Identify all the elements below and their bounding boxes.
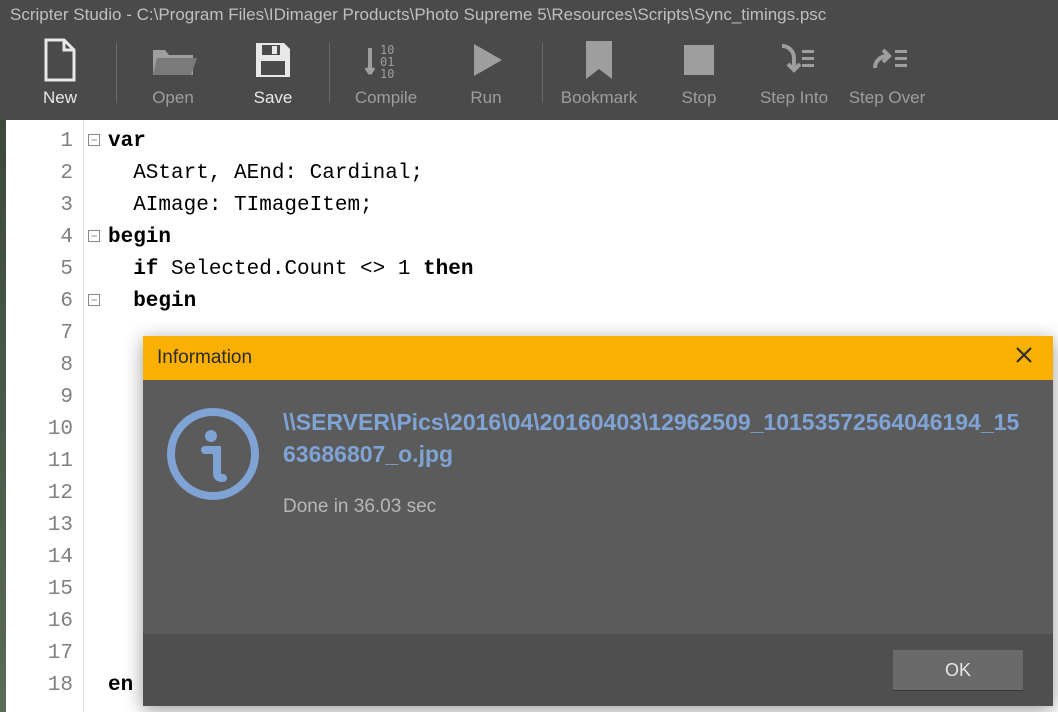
line-number: 13	[6, 510, 73, 542]
line-number: 7	[6, 318, 73, 350]
code-line: AStart, AEnd: Cardinal;	[108, 162, 423, 185]
bookmark-icon	[582, 38, 616, 82]
svg-text:10: 10	[380, 67, 394, 81]
bookmark-button[interactable]: Bookmark	[549, 38, 649, 108]
dialog-path: \\SERVER\Pics\2016\04\20160403\12962509_…	[283, 406, 1025, 470]
code-kw: begin	[108, 226, 171, 249]
divider	[542, 43, 543, 103]
step-over-icon	[865, 38, 909, 82]
line-number: 6	[6, 286, 73, 318]
dialog-text: \\SERVER\Pics\2016\04\20160403\12962509_…	[283, 406, 1025, 624]
fold-toggle-icon[interactable]: −	[88, 230, 100, 242]
binary-icon: 100110	[364, 38, 408, 82]
line-number-gutter: 1 2 3 4 5 6 7 8 9 10 11 12 13 14 15 16 1…	[6, 120, 84, 712]
stepover-label: Step Over	[849, 88, 926, 108]
ok-button[interactable]: OK	[893, 650, 1023, 690]
stepinto-button[interactable]: Step Into	[749, 38, 839, 108]
code-kw: then	[423, 258, 473, 281]
line-number: 9	[6, 382, 73, 414]
line-number: 10	[6, 414, 73, 446]
divider	[329, 43, 330, 103]
window-titlebar: Scripter Studio - C:\Program Files\IDima…	[0, 0, 1058, 30]
run-button[interactable]: Run	[436, 38, 536, 108]
line-number: 18	[6, 670, 73, 702]
code-kw: if	[108, 258, 158, 281]
stop-button[interactable]: Stop	[649, 38, 749, 108]
open-button[interactable]: Open	[123, 38, 223, 108]
bookmark-label: Bookmark	[561, 88, 638, 108]
play-icon	[466, 38, 506, 82]
fold-gutter: − − −	[84, 120, 104, 712]
open-label: Open	[152, 88, 194, 108]
divider	[116, 43, 117, 103]
file-icon	[40, 38, 80, 82]
line-number: 4	[6, 222, 73, 254]
information-dialog: Information \\SERVER\Pics\2016\04\201604…	[143, 336, 1053, 706]
stop-icon	[681, 38, 717, 82]
dialog-title: Information	[157, 347, 252, 369]
window-title: Scripter Studio - C:\Program Files\IDima…	[10, 5, 826, 25]
line-number: 14	[6, 542, 73, 574]
run-label: Run	[470, 88, 501, 108]
code-line: AImage: TImageItem;	[108, 194, 373, 217]
line-number: 17	[6, 638, 73, 670]
dialog-titlebar[interactable]: Information	[143, 336, 1053, 380]
code-kw: begin	[108, 290, 196, 313]
compile-label: Compile	[355, 88, 417, 108]
line-number: 11	[6, 446, 73, 478]
dialog-body: \\SERVER\Pics\2016\04\20160403\12962509_…	[143, 380, 1053, 634]
line-number: 1	[6, 126, 73, 158]
save-label: Save	[254, 88, 293, 108]
step-into-icon	[772, 38, 816, 82]
dialog-done: Done in 36.03 sec	[283, 496, 1025, 518]
close-icon[interactable]	[1009, 342, 1039, 374]
stepinto-label: Step Into	[760, 88, 828, 108]
folder-open-icon	[149, 38, 197, 82]
fold-toggle-icon[interactable]: −	[88, 294, 100, 306]
line-number: 2	[6, 158, 73, 190]
stepover-button[interactable]: Step Over	[839, 38, 935, 108]
save-button[interactable]: Save	[223, 38, 323, 108]
line-number: 8	[6, 350, 73, 382]
stop-label: Stop	[682, 88, 717, 108]
toolbar: New Open Save 100110 Compile Run Bookmar…	[0, 30, 1058, 120]
new-button[interactable]: New	[10, 38, 110, 108]
line-number: 3	[6, 190, 73, 222]
info-icon	[165, 406, 261, 502]
floppy-disk-icon	[252, 38, 294, 82]
line-number: 12	[6, 478, 73, 510]
compile-button[interactable]: 100110 Compile	[336, 38, 436, 108]
code-kw: var	[108, 130, 146, 153]
dialog-footer: OK	[143, 634, 1053, 706]
fold-toggle-icon[interactable]: −	[88, 134, 100, 146]
line-number: 5	[6, 254, 73, 286]
line-number: 15	[6, 574, 73, 606]
code-frag: Selected.Count <> 1	[158, 258, 423, 281]
code-kw: en	[108, 674, 133, 697]
new-label: New	[43, 88, 77, 108]
line-number: 16	[6, 606, 73, 638]
